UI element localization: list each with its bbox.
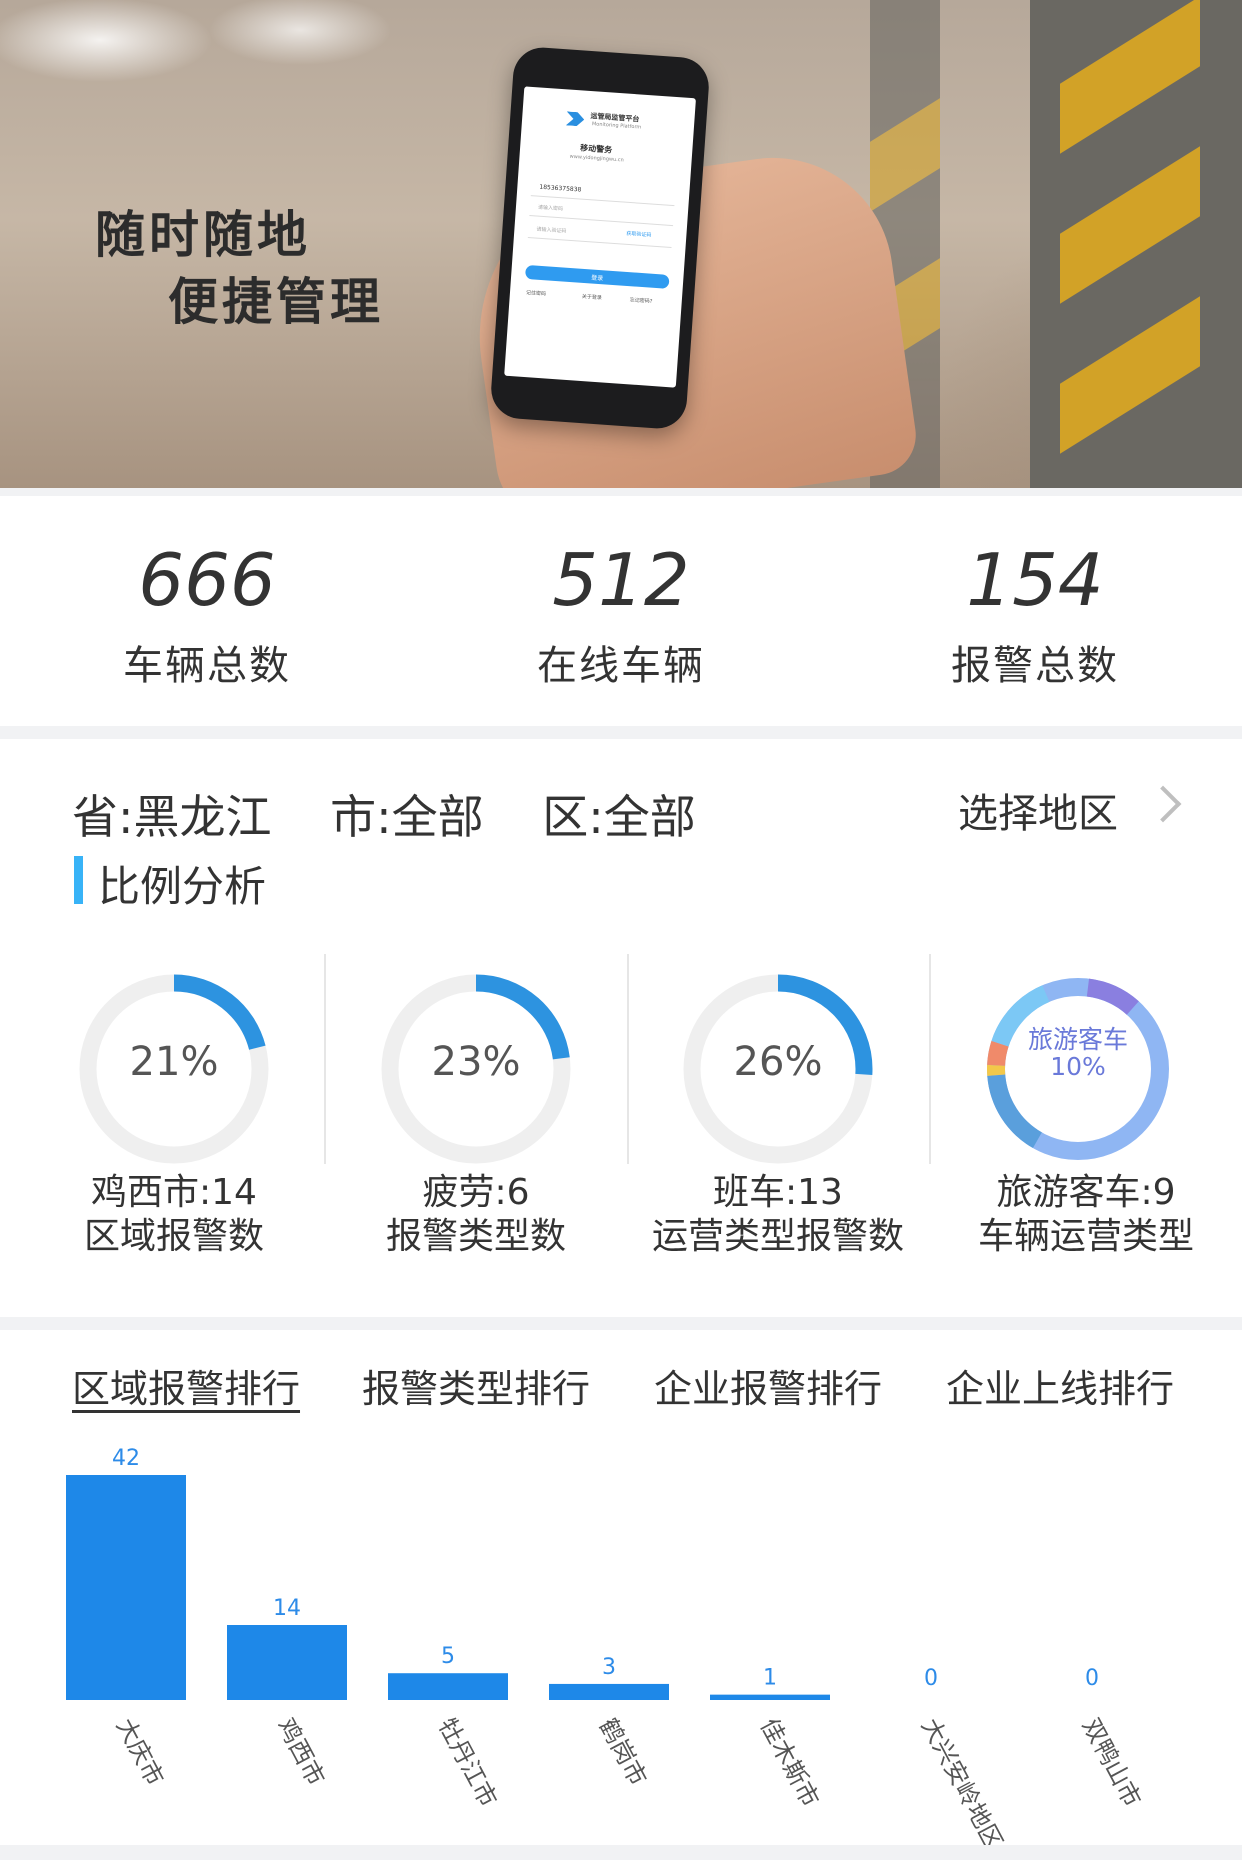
- tab-region-alarm-rank[interactable]: 区域报警排行: [72, 1358, 300, 1413]
- parking-pillar: [1030, 0, 1242, 488]
- bar-value-label: 42: [112, 1446, 140, 1471]
- slogan-line2: 便捷管理: [168, 273, 384, 331]
- caption-line2: 运营类型报警数: [651, 1216, 904, 1257]
- donut-percent: 21%: [129, 1039, 219, 1085]
- donut-caption: 班车:13 运营类型报警数: [628, 1171, 928, 1259]
- stats-card: 666 车辆总数 512 在线车辆 154 报警总数: [0, 496, 1242, 726]
- stat-total-alarms[interactable]: 154 报警总数: [828, 496, 1242, 726]
- divider: [929, 954, 931, 1164]
- banner: 运管局监管平台 Monitoring Platform 移动警务 www.yid…: [0, 0, 1242, 488]
- bar-value-label: 0: [1085, 1666, 1099, 1691]
- district-label: 区:全部: [542, 790, 696, 844]
- about-label: 关于登录: [581, 293, 603, 302]
- bar[interactable]: [66, 1475, 186, 1700]
- donut-percent: 23%: [431, 1039, 521, 1085]
- select-region-button[interactable]: 选择地区: [958, 781, 1118, 839]
- center-line1: 旅游客车: [1027, 1025, 1128, 1054]
- bar-value-label: 1: [763, 1666, 777, 1691]
- stat-label: 在线车辆: [537, 643, 705, 689]
- divider: [324, 954, 326, 1164]
- category-label: 鸡西市: [272, 1714, 331, 1791]
- bar-value-label: 3: [602, 1655, 616, 1680]
- username-field: 18536375838: [539, 183, 582, 194]
- app-url: www.yidongjingwu.cn: [569, 153, 624, 164]
- get-code-link: 获取验证码: [626, 230, 652, 239]
- center-line2: 10%: [1050, 1052, 1106, 1081]
- category-label: 佳木斯市: [755, 1714, 825, 1812]
- remember-label: 记住密码: [525, 289, 547, 298]
- donut-percent: 26%: [733, 1039, 823, 1085]
- bar[interactable]: [227, 1625, 347, 1700]
- divider: [627, 954, 629, 1164]
- stat-value: 154: [966, 538, 1104, 622]
- app-logo-icon: [566, 111, 585, 126]
- ratio-card: 省:黑龙江 市:全部 区:全部 选择地区 比例分析 21% 鸡西市:14 区域报…: [0, 739, 1242, 1317]
- caption-line1: 鸡西市:14: [91, 1172, 257, 1213]
- stat-total-vehicles[interactable]: 666 车辆总数: [0, 496, 414, 726]
- phone-screen: 运管局监管平台 Monitoring Platform 移动警务 www.yid…: [504, 86, 696, 388]
- bar-value-label: 0: [924, 1666, 938, 1691]
- bar[interactable]: [710, 1694, 830, 1700]
- tab-company-alarm-rank[interactable]: 企业报警排行: [654, 1358, 882, 1413]
- category-label: 大庆市: [111, 1714, 170, 1791]
- caption-line2: 车辆运营类型: [977, 1216, 1194, 1257]
- stat-online-vehicles[interactable]: 512 在线车辆: [414, 496, 828, 726]
- code-field: 请输入验证码: [536, 226, 567, 235]
- donut-center-label: 旅游客车 10%: [978, 1026, 1178, 1080]
- section-marker: [74, 856, 83, 904]
- stat-label: 车辆总数: [123, 643, 291, 689]
- donut-chart[interactable]: 23%: [376, 969, 576, 1169]
- app-name: 移动警务: [579, 143, 613, 155]
- donut-chart[interactable]: 21%: [74, 969, 274, 1169]
- region-filter: 省:黑龙江 市:全部 区:全部: [72, 781, 740, 847]
- section-title: 比例分析: [98, 862, 267, 911]
- stat-label: 报警总数: [951, 643, 1119, 689]
- phone-image: 运管局监管平台 Monitoring Platform 移动警务 www.yid…: [489, 45, 711, 431]
- alarm-bar-chart: 42 大庆市 14 鸡西市 5 牡丹江市 3 鹤岗市 1 佳木斯市 0 大兴安岭地区 0 双鸭山市: [66, 1446, 1147, 1845]
- caption-line1: 旅游客车:9: [996, 1172, 1176, 1213]
- bar-value-label: 5: [441, 1644, 455, 1669]
- bar-value-label: 14: [273, 1596, 301, 1621]
- bar[interactable]: [549, 1683, 669, 1700]
- province-label: 省:黑龙江: [72, 790, 272, 844]
- category-label: 鹤岗市: [594, 1714, 653, 1791]
- donut-chart[interactable]: 26%: [678, 969, 878, 1169]
- category-label: 大兴安岭地区: [916, 1714, 1008, 1845]
- chevron-right-icon[interactable]: [1144, 785, 1182, 823]
- ranking-card: 区域报警排行 报警类型排行 企业报警排行 企业上线排行 42 大庆市 14 鸡西市 5 牡…: [0, 1330, 1242, 1845]
- phone-login-label: 登录: [590, 274, 604, 283]
- tab-alarm-type-rank[interactable]: 报警类型排行: [362, 1358, 590, 1413]
- donut-caption: 旅游客车:9 车辆运营类型: [936, 1171, 1236, 1259]
- caption-line1: 班车:13: [713, 1172, 843, 1213]
- tab-company-online-rank[interactable]: 企业上线排行: [946, 1358, 1174, 1413]
- slogan-line1: 随时随地: [95, 206, 311, 264]
- forgot-label: 忘记密码?: [629, 297, 653, 305]
- bar[interactable]: [388, 1673, 508, 1700]
- vehicle-type-donut[interactable]: 旅游客车 10%: [978, 969, 1178, 1169]
- caption-line2: 报警类型数: [385, 1216, 566, 1257]
- stat-value: 666: [138, 538, 276, 622]
- category-label: 双鸭山市: [1077, 1714, 1147, 1812]
- category-label: 牡丹江市: [433, 1714, 503, 1812]
- stat-value: 512: [552, 538, 690, 622]
- donut-caption: 鸡西市:14 区域报警数: [24, 1171, 324, 1259]
- city-label: 市:全部: [330, 790, 484, 844]
- password-field: 请输入密码: [537, 204, 564, 213]
- caption-line1: 疲劳:6: [422, 1172, 530, 1213]
- donut-caption: 疲劳:6 报警类型数: [326, 1171, 626, 1259]
- caption-line2: 区域报警数: [83, 1216, 264, 1257]
